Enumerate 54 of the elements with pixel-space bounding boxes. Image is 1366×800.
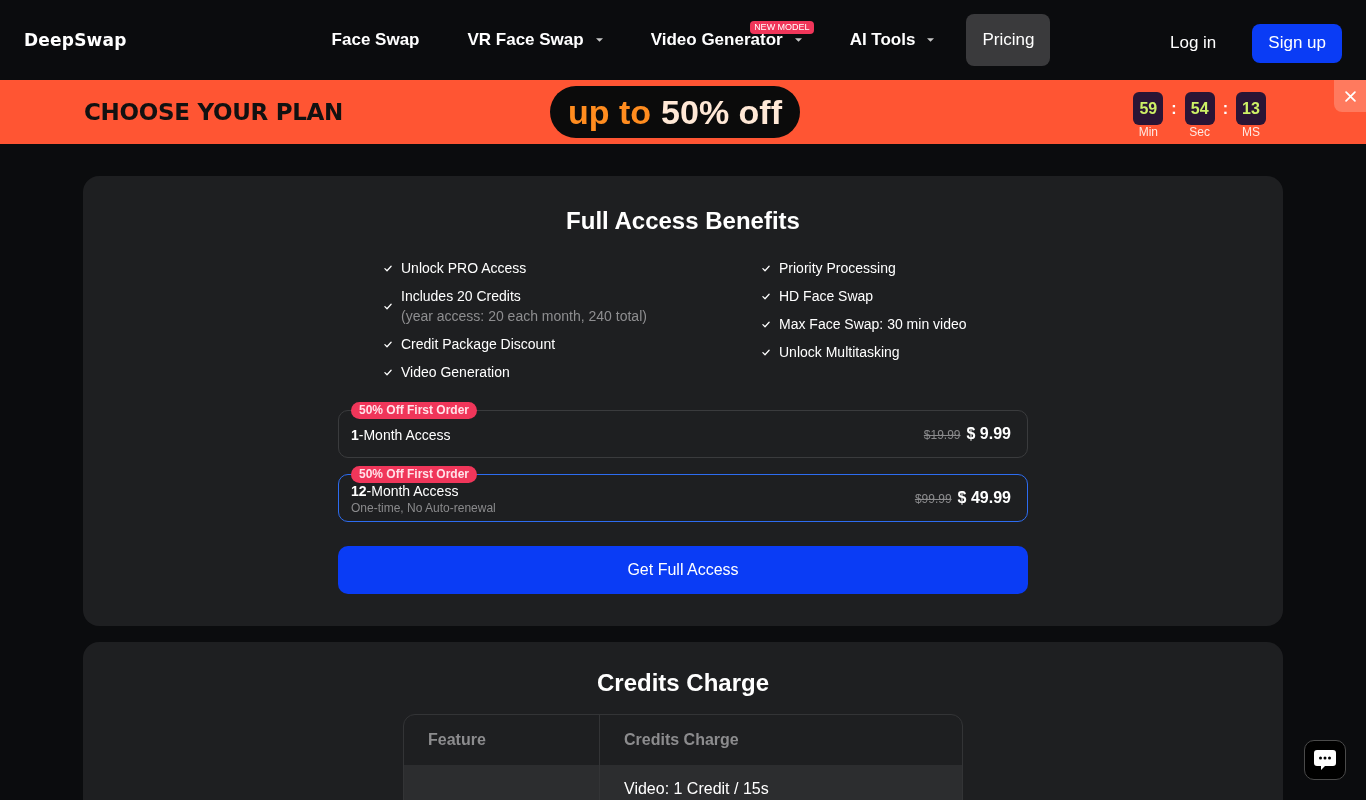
timer-value: 54	[1184, 92, 1215, 125]
benefit-text: Video Generation	[401, 363, 510, 382]
old-price: $19.99	[923, 428, 961, 442]
benefit-text: Max Face Swap: 30 min video	[779, 315, 967, 334]
timer-unit: MS	[1242, 125, 1260, 140]
benefit-text: Priority Processing	[779, 259, 896, 278]
benefit-note: (year access: 20 each month, 240 total)	[401, 307, 647, 326]
timer-unit: Min	[1138, 125, 1158, 140]
plan-price: $ 49.99	[957, 489, 1011, 507]
nav-link[interactable]: VR Face Swap	[451, 14, 619, 66]
discount-badge: 50% Off First Order	[351, 466, 478, 483]
nav-link[interactable]: Face Swap	[315, 14, 436, 66]
chat-button[interactable]	[1304, 740, 1346, 780]
benefit-text: Unlock PRO Access	[401, 259, 527, 278]
check-icon	[384, 302, 392, 310]
plan-note: One-time, No Auto-renewal	[351, 500, 496, 516]
plan-name: 12-Month Access	[351, 482, 460, 500]
plan-price: $ 9.99	[966, 425, 1011, 443]
benefit-text: HD Face Swap	[779, 287, 874, 306]
old-price: $99.99	[914, 492, 952, 506]
offer-prefix: up to	[568, 92, 652, 132]
timer-separator: :	[1171, 99, 1177, 119]
check-icon	[384, 340, 392, 348]
benefit-text: Credit Package Discount	[401, 335, 556, 354]
timer-value: 59	[1133, 92, 1164, 125]
check-icon	[762, 264, 770, 272]
signup-button[interactable]: Sign up	[1252, 23, 1342, 63]
check-icon	[762, 320, 770, 328]
login-link[interactable]: Log in	[1170, 33, 1217, 53]
nav-link[interactable]: AI Tools	[833, 14, 951, 66]
nav-link[interactable]: Video Generator NEW MODEL	[634, 14, 818, 66]
timer-unit: Sec	[1189, 125, 1210, 140]
chat-icon	[1313, 749, 1337, 771]
section-title: Full Access Benefits	[565, 206, 801, 236]
get-access-button[interactable]: Get Full Access	[338, 546, 1028, 594]
benefit-text: Unlock Multitasking	[779, 343, 900, 362]
check-icon	[384, 264, 392, 272]
new-badge: NEW MODEL	[750, 21, 814, 34]
table-cell-text: Video: 1 Credit / 15s	[623, 779, 770, 799]
logo[interactable]: DeepSwap	[24, 30, 127, 50]
banner-title: CHOOSE YOUR PLAN	[84, 99, 344, 125]
plan-name: 1-Month Access	[351, 426, 451, 444]
timer-separator: :	[1222, 99, 1228, 119]
nav-link[interactable]: Pricing	[966, 14, 1051, 66]
benefit-text: Includes 20 Credits	[401, 287, 522, 306]
column-header: Credits Charge	[623, 730, 740, 750]
offer-value: 50% off	[661, 92, 782, 132]
check-icon	[762, 348, 770, 356]
discount-badge: 50% Off First Order	[351, 402, 478, 419]
close-icon	[1344, 90, 1356, 102]
check-icon	[384, 368, 392, 376]
check-icon	[762, 292, 770, 300]
timer-value: 13	[1236, 92, 1266, 125]
section-title: Credits Charge	[595, 668, 770, 698]
